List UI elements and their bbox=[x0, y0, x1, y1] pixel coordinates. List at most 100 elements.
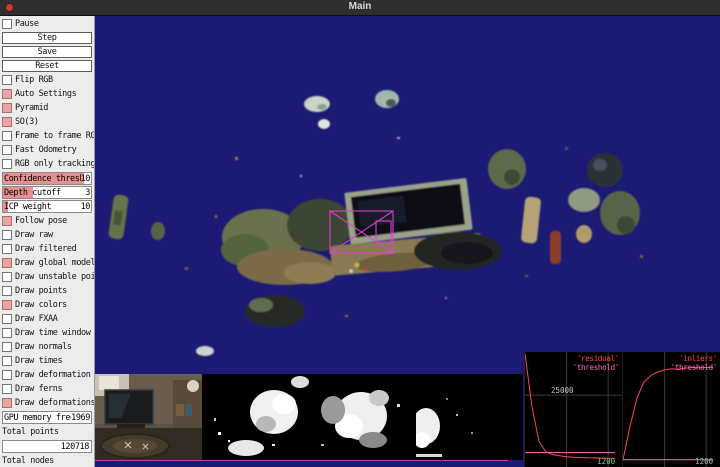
step-button[interactable]: Step bbox=[2, 32, 92, 44]
sidebar-checkbox-draw-fxaa[interactable]: Draw FXAA bbox=[0, 312, 94, 326]
checkbox-label: Draw deformations bbox=[15, 398, 94, 408]
checkbox-icon bbox=[2, 89, 12, 99]
sidebar-buttonrow-reset: Reset bbox=[0, 59, 94, 73]
sidebar-checkbox-draw-points[interactable]: Draw points bbox=[0, 284, 94, 298]
sidebar-checkbox-pyramid[interactable]: Pyramid bbox=[0, 101, 94, 115]
sidebar-checkbox-draw-raw[interactable]: Draw raw bbox=[0, 228, 94, 242]
sidebar-checkbox-draw-filtered[interactable]: Draw filtered bbox=[0, 242, 94, 256]
checkbox-icon bbox=[2, 244, 12, 254]
sidebar-checkbox-pause[interactable]: Pause bbox=[0, 17, 94, 31]
sidebar-buttonrow-save: Save bbox=[0, 45, 94, 59]
checkbox-icon bbox=[2, 258, 12, 268]
plot-overflow-line bbox=[95, 460, 508, 461]
checkbox-label: Draw global model bbox=[15, 258, 94, 268]
video-thumbnail-filtered-depth bbox=[309, 374, 416, 460]
checkbox-label: Draw points bbox=[15, 286, 67, 296]
checkbox-label: Draw ferns bbox=[15, 384, 63, 394]
checkbox-icon bbox=[2, 117, 12, 127]
main-window: Main 25000 1200 'residual' 'threshold' 1… bbox=[0, 0, 720, 467]
checkbox-icon bbox=[2, 342, 12, 352]
checkbox-label: Pyramid bbox=[15, 103, 49, 113]
sidebar-checkbox-draw-deformations[interactable]: Draw deformations bbox=[0, 396, 94, 410]
video-thumbnail-depth bbox=[202, 374, 309, 460]
sidebar-checkbox-fast-odometry[interactable]: Fast Odometry bbox=[0, 143, 94, 157]
residual-plot-panel[interactable]: 25000 1200'residual''threshold' bbox=[524, 352, 622, 467]
plot-legend: 'residual''threshold' bbox=[572, 354, 620, 372]
slider-value: 10 bbox=[80, 201, 91, 212]
icp-weight-slider[interactable]: ICP weight 10 bbox=[2, 200, 92, 213]
checkbox-icon bbox=[2, 314, 12, 324]
video-thumbnail-rgb bbox=[95, 374, 202, 460]
inliers-series-line bbox=[622, 366, 714, 460]
sidebar-checkbox-draw-normals[interactable]: Draw normals bbox=[0, 340, 94, 354]
inliers-plot-panel[interactable]: 1200 'inliers''threshold' bbox=[622, 352, 720, 467]
sidebar-checkbox-draw-ferns[interactable]: Draw ferns bbox=[0, 382, 94, 396]
checkbox-icon bbox=[2, 159, 12, 169]
plotters: 25000 1200'residual''threshold' 1200 'inli… bbox=[524, 352, 720, 467]
video-thumbnail-model-projection bbox=[416, 374, 523, 460]
window-title: Main bbox=[348, 1, 372, 12]
checkbox-icon bbox=[2, 19, 12, 29]
checkbox-label: Draw unstable points bbox=[15, 272, 94, 282]
checkbox-label: Fast Odometry bbox=[15, 145, 77, 155]
checkbox-icon bbox=[2, 300, 12, 310]
gpu-memory-free-readout: GPU memory free 1969 bbox=[2, 411, 92, 424]
sidebar-label-total-points: Total points bbox=[0, 425, 94, 439]
confidence-threshold-slider[interactable]: Confidence threshold10 bbox=[2, 172, 92, 185]
window-titlebar[interactable]: Main bbox=[0, 0, 720, 16]
checkbox-icon bbox=[2, 145, 12, 155]
checkbox-icon bbox=[2, 131, 12, 141]
slider-label: GPU memory free bbox=[4, 412, 72, 423]
checkbox-label: Follow pose bbox=[15, 216, 67, 226]
sidebar-checkbox-draw-time-window[interactable]: Draw time window bbox=[0, 326, 94, 340]
sidebar-label-total-nodes: Total nodes bbox=[0, 454, 94, 467]
y-tick-label: 25000 bbox=[551, 386, 574, 395]
checkbox-icon bbox=[2, 356, 12, 366]
checkbox-label: Draw filtered bbox=[15, 244, 77, 254]
depth-cutoff-slider[interactable]: Depth cutoff 3 bbox=[2, 186, 92, 199]
sidebar-checkbox-so-3[interactable]: SO(3) bbox=[0, 115, 94, 129]
checkbox-label: Pause bbox=[15, 19, 39, 29]
sidebar-checkbox-rgb-only-tracking[interactable]: RGB only tracking bbox=[0, 157, 94, 171]
value-text: 120718 bbox=[60, 441, 90, 452]
checkbox-icon bbox=[2, 75, 12, 85]
checkbox-icon bbox=[2, 286, 12, 296]
label-text: Total nodes bbox=[2, 456, 54, 466]
sidebar-checkbox-draw-unstable-points[interactable]: Draw unstable points bbox=[0, 270, 94, 284]
checkbox-label: Draw FXAA bbox=[15, 314, 58, 324]
sidebar: Pause Step Save Reset Flip RGB Auto Settings P… bbox=[0, 15, 95, 467]
legend-entry: 'threshold' bbox=[670, 363, 718, 372]
checkbox-icon bbox=[2, 398, 12, 408]
x-tick-label: 1200 bbox=[695, 457, 714, 466]
sidebar-checkbox-draw-global-model[interactable]: Draw global model bbox=[0, 256, 94, 270]
sidebar-checkbox-draw-deformation-graph[interactable]: Draw deformation graph bbox=[0, 368, 94, 382]
checkbox-label: Flip RGB bbox=[15, 75, 53, 85]
checkbox-label: Draw raw bbox=[15, 230, 53, 240]
checkbox-icon bbox=[2, 272, 12, 282]
total-points-value: 120718 bbox=[2, 440, 92, 453]
checkbox-icon bbox=[2, 370, 12, 380]
checkbox-label: Auto Settings bbox=[15, 89, 77, 99]
checkbox-label: Draw time window bbox=[15, 328, 91, 338]
sidebar-checkbox-follow-pose[interactable]: Follow pose bbox=[0, 214, 94, 228]
checkbox-label: RGB only tracking bbox=[15, 159, 94, 169]
legend-entry: 'threshold' bbox=[572, 363, 620, 372]
checkbox-label: Draw deformation graph bbox=[15, 370, 94, 380]
sidebar-checkbox-flip-rgb[interactable]: Flip RGB bbox=[0, 73, 94, 87]
sidebar-checkbox-auto-settings[interactable]: Auto Settings bbox=[0, 87, 94, 101]
sidebar-buttonrow-step: Step bbox=[0, 31, 94, 45]
checkbox-label: SO(3) bbox=[15, 117, 39, 127]
slider-label: Confidence threshold bbox=[4, 173, 81, 184]
checkbox-icon bbox=[2, 230, 12, 240]
sidebar-checkbox-draw-times[interactable]: Draw times bbox=[0, 354, 94, 368]
checkbox-icon bbox=[2, 384, 12, 394]
legend-entry: 'inliers' bbox=[679, 354, 717, 363]
label-text: Total points bbox=[2, 427, 59, 437]
plot-legend: 'inliers''threshold' bbox=[670, 354, 718, 372]
sidebar-checkbox-draw-colors[interactable]: Draw colors bbox=[0, 298, 94, 312]
save-button[interactable]: Save bbox=[2, 46, 92, 58]
checkbox-icon bbox=[2, 216, 12, 226]
reset-button[interactable]: Reset bbox=[2, 60, 92, 72]
checkbox-icon bbox=[2, 103, 12, 113]
sidebar-checkbox-frame-to-frame-rgb[interactable]: Frame to frame RGB bbox=[0, 129, 94, 143]
